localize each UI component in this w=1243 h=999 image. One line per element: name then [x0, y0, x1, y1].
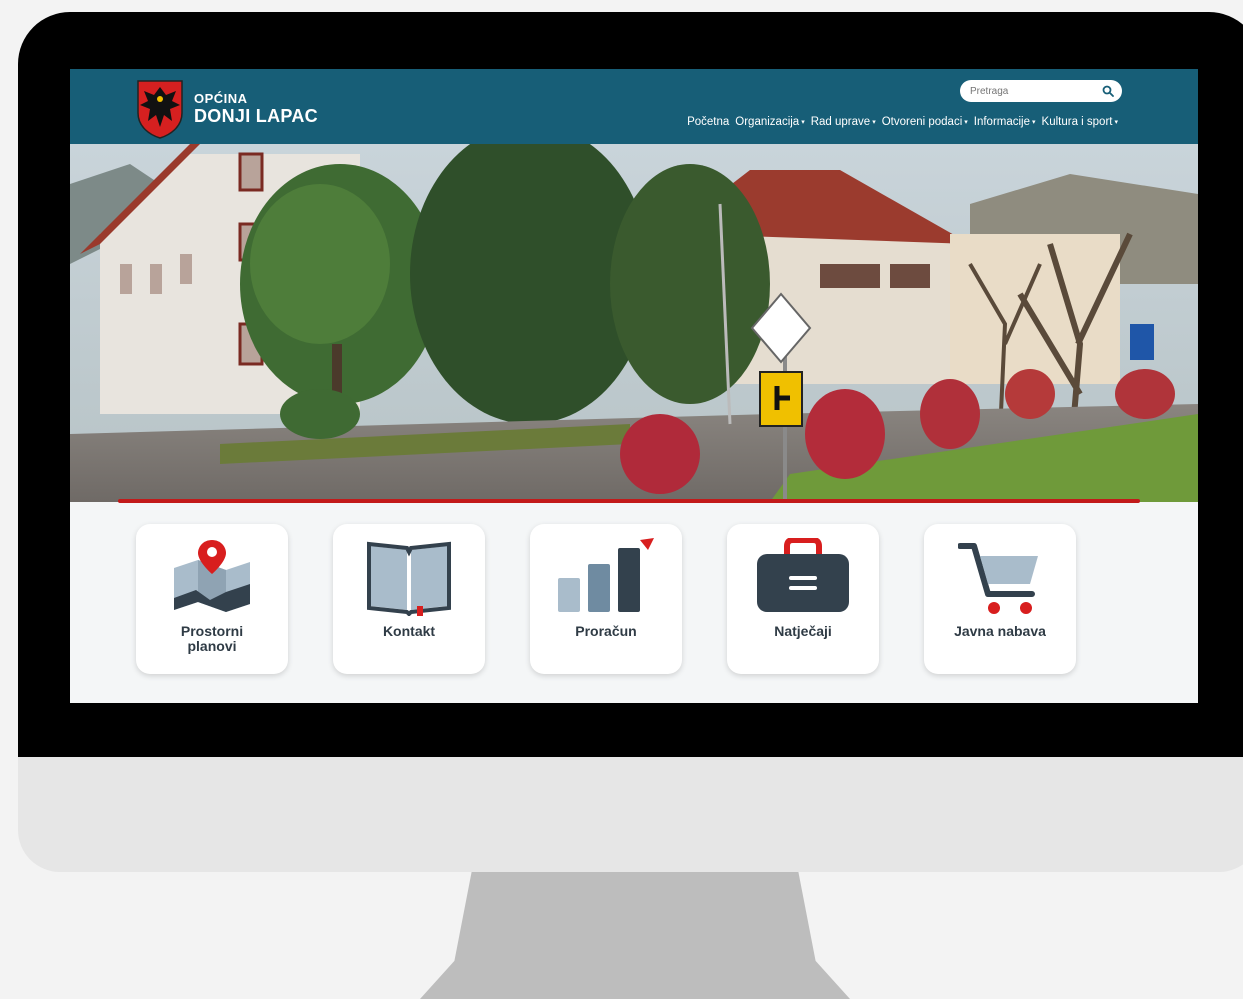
tile-natjecaji[interactable]: Natječaji: [727, 524, 879, 674]
monitor-chin: [18, 757, 1243, 872]
quick-links: Prostorni planovi Kontakt Proračun Natje…: [136, 524, 1136, 674]
nav-item-kultura-i-sport[interactable]: Kultura i sport ▾: [1042, 116, 1118, 128]
tile-label: Kontakt: [382, 623, 436, 639]
website-screen: OPĆINA DONJI LAPAC Početna Organizacija …: [70, 69, 1198, 703]
bar-chart-icon: [558, 538, 654, 612]
nav-label: Organizacija: [735, 116, 800, 128]
tile-label: Prostorni planovi: [180, 623, 244, 654]
caret-down-icon: ▾: [872, 119, 876, 126]
caret-down-icon: ▾: [964, 119, 968, 126]
tile-javna-nabava[interactable]: Javna nabava: [924, 524, 1076, 674]
caret-down-icon: ▾: [1032, 119, 1036, 126]
hero-image: [70, 144, 1198, 502]
logo-line-1: OPĆINA: [194, 91, 248, 106]
book-icon: [367, 541, 451, 616]
tile-proracun[interactable]: Proračun: [530, 524, 682, 674]
search-box[interactable]: [960, 80, 1122, 102]
tile-label: Natječaji: [774, 623, 832, 639]
coat-of-arms-icon: [137, 80, 183, 139]
shopping-cart-icon: [958, 543, 1038, 614]
monitor-stand: [420, 872, 850, 999]
nav-label: Rad uprave: [810, 116, 871, 128]
search-input[interactable]: [970, 85, 1090, 97]
map-pin-icon: [174, 540, 250, 612]
caret-down-icon: ▾: [801, 119, 805, 126]
tile-label: Javna nabava: [954, 623, 1046, 639]
caret-down-icon: ▾: [1114, 119, 1118, 126]
nav-item-organizacija[interactable]: Organizacija ▾: [735, 116, 804, 128]
accent-divider: [118, 499, 1140, 503]
nav-item-informacije[interactable]: Informacije ▾: [974, 116, 1036, 128]
nav-item-rad-uprave[interactable]: Rad uprave ▾: [811, 116, 876, 128]
briefcase-icon: [757, 538, 849, 612]
site-header: OPĆINA DONJI LAPAC Početna Organizacija …: [70, 69, 1198, 144]
main-nav: Početna Organizacija ▾ Rad uprave ▾ Otvo…: [687, 116, 1118, 128]
tile-kontakt[interactable]: Kontakt: [333, 524, 485, 674]
nav-label: Početna: [687, 116, 730, 128]
nav-item-pocetna[interactable]: Početna: [687, 116, 729, 128]
site-logo[interactable]: OPĆINA DONJI LAPAC: [136, 79, 318, 139]
nav-label: Otvoreni podaci: [881, 116, 963, 128]
nav-item-otvoreni-podaci[interactable]: Otvoreni podaci ▾: [882, 116, 968, 128]
search-icon[interactable]: [1102, 85, 1114, 97]
nav-label: Informacije: [973, 116, 1031, 128]
tile-prostorni-planovi[interactable]: Prostorni planovi: [136, 524, 288, 674]
logo-line-2: DONJI LAPAC: [194, 106, 318, 126]
nav-label: Kultura i sport: [1041, 116, 1113, 128]
tile-label: Proračun: [575, 623, 637, 639]
